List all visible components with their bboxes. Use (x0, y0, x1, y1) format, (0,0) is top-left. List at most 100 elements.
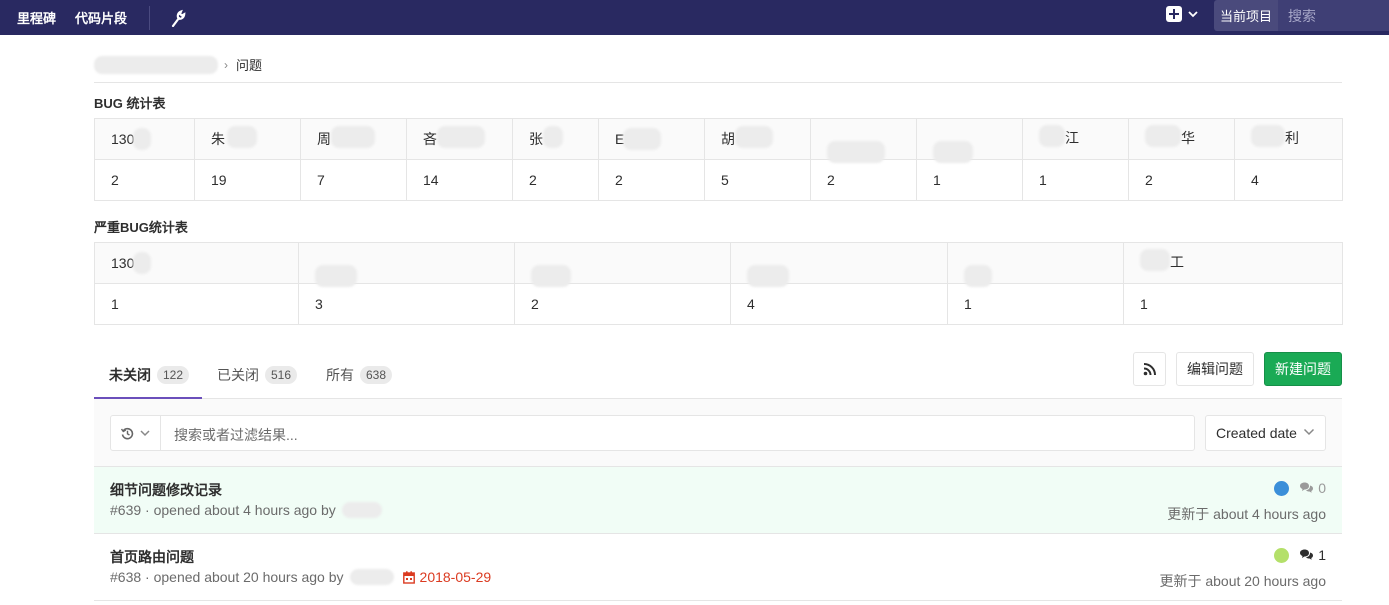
assignee-avatar[interactable] (1274, 547, 1290, 563)
severe-name-cell (947, 242, 1124, 287)
bug-name-cell: 吝 (406, 118, 513, 160)
issue-meta-text: #639 · opened about 4 hours ago by (110, 502, 336, 518)
rss-button[interactable] (1133, 352, 1166, 386)
bug-count-cell: 2 (512, 159, 599, 201)
plus-square-icon (1166, 6, 1182, 22)
bug-count-cell: 5 (704, 159, 811, 201)
bug-name-cell: 利 (1234, 118, 1343, 160)
bug-count-cell: 7 (300, 159, 407, 201)
edit-issues-button[interactable]: 编辑问题 (1176, 352, 1254, 386)
issue-meta-text: #638 · opened about 20 hours ago by (110, 569, 344, 585)
issue-author-redacted[interactable] (341, 502, 382, 518)
due-date-text: 2018-05-29 (419, 569, 492, 585)
issue-updated: 更新于 about 20 hours ago (1159, 573, 1326, 589)
tab-closed[interactable]: 已关闭 516 (217, 352, 298, 398)
severe-name-cell: 工 (1123, 242, 1343, 284)
severe-name-cell (298, 242, 515, 287)
comments-icon (1300, 482, 1314, 493)
nav-divider (149, 5, 151, 30)
comments-link[interactable]: 0 (1299, 480, 1326, 496)
severe-bug-stats-table: 130 工 1 3 2 4 1 1 (94, 242, 1343, 325)
bug-name-cell: 张 (512, 118, 599, 160)
severe-count-cell: 1 (1123, 283, 1343, 325)
issue-meta: #639 · opened about 4 hours ago by (110, 502, 382, 518)
nav-milestones[interactable]: 里程碑 (17, 8, 56, 27)
bug-name-cell (916, 118, 1023, 163)
tab-count-badge: 638 (360, 366, 393, 384)
filter-search-input[interactable]: 搜索或者过滤结果... (174, 425, 298, 445)
severe-name-cell (514, 242, 731, 287)
history-icon (121, 427, 134, 439)
comments-icon (1300, 549, 1314, 560)
issue-author-redacted[interactable] (349, 569, 394, 585)
nav-snippets[interactable]: 代码片段 (75, 8, 127, 27)
search-scope-current-project[interactable]: 当前项目 (1214, 0, 1278, 31)
rss-icon (1143, 363, 1156, 376)
bug-count-cell: 2 (1128, 159, 1235, 201)
chevron-down-icon (140, 430, 150, 437)
search-input[interactable]: 搜索 (1278, 0, 1389, 31)
severe-count-cell: 1 (947, 283, 1124, 325)
issue-title[interactable]: 首页路由问题 (110, 547, 194, 567)
tab-label: 未关闭 (109, 366, 151, 383)
comments-count: 1 (1318, 547, 1326, 563)
bug-name-cell (810, 118, 917, 163)
severe-count-cell: 1 (94, 283, 299, 325)
wrench-icon[interactable] (170, 9, 186, 27)
recent-searches-dropdown[interactable] (111, 416, 161, 450)
bug-name-cell: 130 (94, 118, 195, 160)
chevron-right-icon: › (224, 57, 228, 72)
bug-count-cell: 2 (94, 159, 195, 201)
new-issue-button[interactable]: 新建问题 (1264, 352, 1342, 386)
bug-name-cell: E (598, 118, 705, 160)
severe-count-cell: 4 (730, 283, 948, 325)
issue-due-date: 2018-05-29 (402, 569, 492, 585)
bug-name-cell: 胡 (704, 118, 811, 160)
issue-stats: 0 (1274, 480, 1326, 496)
comments-link[interactable]: 1 (1299, 547, 1326, 563)
severe-name-cell: 130 (94, 242, 299, 284)
tab-count-badge: 122 (157, 365, 190, 384)
bug-count-cell: 2 (810, 159, 917, 201)
issue-updated: 更新于 about 4 hours ago (1167, 506, 1326, 522)
top-navbar: 里程碑 代码片段 当前项目 搜索 (0, 0, 1389, 35)
breadcrumb: › 问题 (94, 47, 1342, 83)
tab-label: 已关闭 (217, 367, 259, 383)
new-dropdown[interactable] (1166, 6, 1200, 22)
filter-bar: 搜索或者过滤结果... Created date (94, 399, 1342, 467)
tab-opened[interactable]: 未关闭 122 (94, 352, 202, 399)
breadcrumb-project-redacted[interactable] (94, 55, 218, 74)
sort-dropdown[interactable]: Created date (1205, 415, 1326, 451)
bug-count-cell: 4 (1234, 159, 1343, 201)
severe-name-cell (730, 242, 948, 287)
bug-count-cell: 1 (916, 159, 1023, 201)
severe-table-title: 严重BUG统计表 (94, 220, 188, 235)
bug-name-cell: 华 (1128, 118, 1235, 160)
filter-search-box: 搜索或者过滤结果... (110, 415, 1195, 451)
issue-row[interactable]: 首页路由问题 #638 · opened about 20 hours ago … (94, 534, 1342, 601)
issue-row[interactable]: 细节问题修改记录 #639 · opened about 4 hours ago… (94, 467, 1342, 534)
severe-count-cell: 2 (514, 283, 731, 325)
tab-count-badge: 516 (265, 366, 298, 384)
bug-count-cell: 19 (194, 159, 301, 201)
calendar-icon (402, 570, 415, 584)
chevron-down-icon (1303, 428, 1315, 436)
assignee-avatar[interactable] (1274, 480, 1290, 496)
bug-name-cell: 周 (300, 118, 407, 160)
tab-all[interactable]: 所有 638 (326, 352, 393, 398)
severe-count-cell: 3 (298, 283, 515, 325)
comments-count: 0 (1318, 480, 1326, 496)
bug-count-cell: 1 (1022, 159, 1129, 201)
issue-stats: 1 (1274, 547, 1326, 563)
bug-count-cell: 2 (598, 159, 705, 201)
bug-name-cell: 江 (1022, 118, 1129, 160)
bug-count-cell: 14 (406, 159, 513, 201)
bug-stats-table: 130 朱 周 吝 张 E 胡 江 华 利 2 19 7 14 2 2 5 2 … (94, 118, 1343, 201)
sort-label: Created date (1216, 425, 1297, 441)
issue-title[interactable]: 细节问题修改记录 (110, 480, 222, 500)
bug-name-cell: 朱 (194, 118, 301, 160)
issue-meta: #638 · opened about 20 hours ago by 2018… (110, 569, 491, 585)
bug-table-title: BUG 统计表 (94, 96, 166, 111)
breadcrumb-current: 问题 (236, 58, 263, 73)
chevron-down-icon (1188, 11, 1198, 18)
